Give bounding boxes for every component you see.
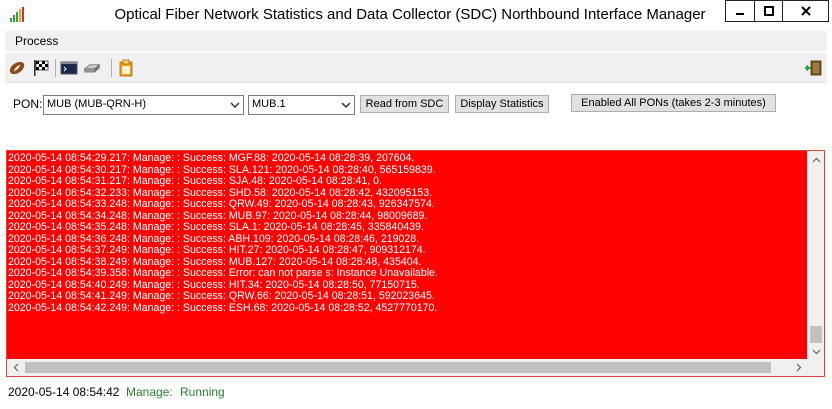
port-select-value: MUB.1 xyxy=(252,98,286,110)
log-output[interactable]: 2020-05-14 08:54:29.217: Manage: : Succe… xyxy=(6,150,825,377)
toolbar-separator xyxy=(55,59,56,77)
log-line: 2020-05-14 08:54:31.217: Manage: : Succe… xyxy=(8,175,382,187)
pon-label: PON: xyxy=(13,97,43,111)
hard-drive-icon[interactable] xyxy=(83,59,101,77)
toolbar-separator xyxy=(111,59,112,77)
read-from-sdc-button[interactable]: Read from SDC xyxy=(360,95,449,113)
log-line: 2020-05-14 08:54:39.358: Manage: : Succe… xyxy=(8,267,438,279)
scroll-up-button[interactable] xyxy=(808,151,825,168)
maximize-button[interactable] xyxy=(754,0,782,22)
title-bar: Optical Fiber Network Statistics and Dat… xyxy=(0,0,832,30)
controls-panel: PON: MUB (MUB-QRN-H) MUB.1 Read from SDC… xyxy=(5,83,827,149)
status-state: Running xyxy=(180,385,225,399)
log-line: 2020-05-14 08:54:37.249: Manage: : Succe… xyxy=(8,244,426,256)
horizontal-scroll-thumb[interactable] xyxy=(25,362,771,373)
window-title: Optical Fiber Network Statistics and Dat… xyxy=(114,6,706,23)
chevron-down-icon xyxy=(230,102,240,109)
chevron-down-icon xyxy=(341,102,351,109)
horizontal-scrollbar[interactable] xyxy=(7,359,807,376)
status-manage-label: Manage: xyxy=(126,385,173,399)
minimize-icon xyxy=(736,13,744,15)
log-line: 2020-05-14 08:54:33.248: Manage: : Succe… xyxy=(8,198,435,210)
chevron-right-icon xyxy=(796,363,801,372)
close-icon xyxy=(800,6,811,16)
chevron-up-icon xyxy=(812,157,821,162)
chevron-left-icon xyxy=(13,363,18,372)
log-line: 2020-05-14 08:54:29.217: Manage: : Succe… xyxy=(8,153,415,164)
pon-select-value: MUB (MUB-QRN-H) xyxy=(47,98,146,110)
scroll-down-button[interactable] xyxy=(808,343,825,360)
port-select[interactable]: MUB.1 xyxy=(248,95,355,115)
football-icon[interactable] xyxy=(8,59,26,77)
enable-all-pons-button[interactable]: Enabled All PONs (takes 2-3 minutes) xyxy=(571,94,776,112)
log-line: 2020-05-14 08:54:42.249: Manage: : Succe… xyxy=(8,301,438,314)
toolbar xyxy=(5,53,827,83)
scroll-right-button[interactable] xyxy=(790,359,807,376)
exit-icon[interactable] xyxy=(805,59,823,77)
menu-bar: Process xyxy=(5,31,827,51)
display-statistics-button[interactable]: Display Statistics xyxy=(455,95,549,113)
status-bar: 2020-05-14 08:54:42 Manage: Running xyxy=(5,379,827,403)
status-time: 2020-05-14 08:54:42 xyxy=(8,385,120,399)
maximize-icon xyxy=(763,6,774,16)
log-lines: 2020-05-14 08:54:29.217: Manage: : Succe… xyxy=(8,153,808,359)
terminal-icon[interactable] xyxy=(60,59,78,77)
clipboard-icon[interactable] xyxy=(117,59,135,77)
chevron-down-icon xyxy=(812,349,821,354)
checkered-flag-icon[interactable] xyxy=(32,59,50,77)
pon-select[interactable]: MUB (MUB-QRN-H) xyxy=(43,95,244,115)
vertical-scrollbar[interactable] xyxy=(807,151,824,360)
menu-process[interactable]: Process xyxy=(15,34,58,48)
close-button[interactable] xyxy=(782,0,829,22)
vertical-scroll-thumb[interactable] xyxy=(810,326,822,343)
minimize-button[interactable] xyxy=(725,0,754,22)
scroll-left-button[interactable] xyxy=(7,359,24,376)
log-line: 2020-05-14 08:54:35.248: Manage: : Succe… xyxy=(8,221,424,233)
log-line: 2020-05-14 08:54:41.249: Manage: : Succe… xyxy=(8,290,435,302)
scrollbar-corner xyxy=(807,359,824,376)
